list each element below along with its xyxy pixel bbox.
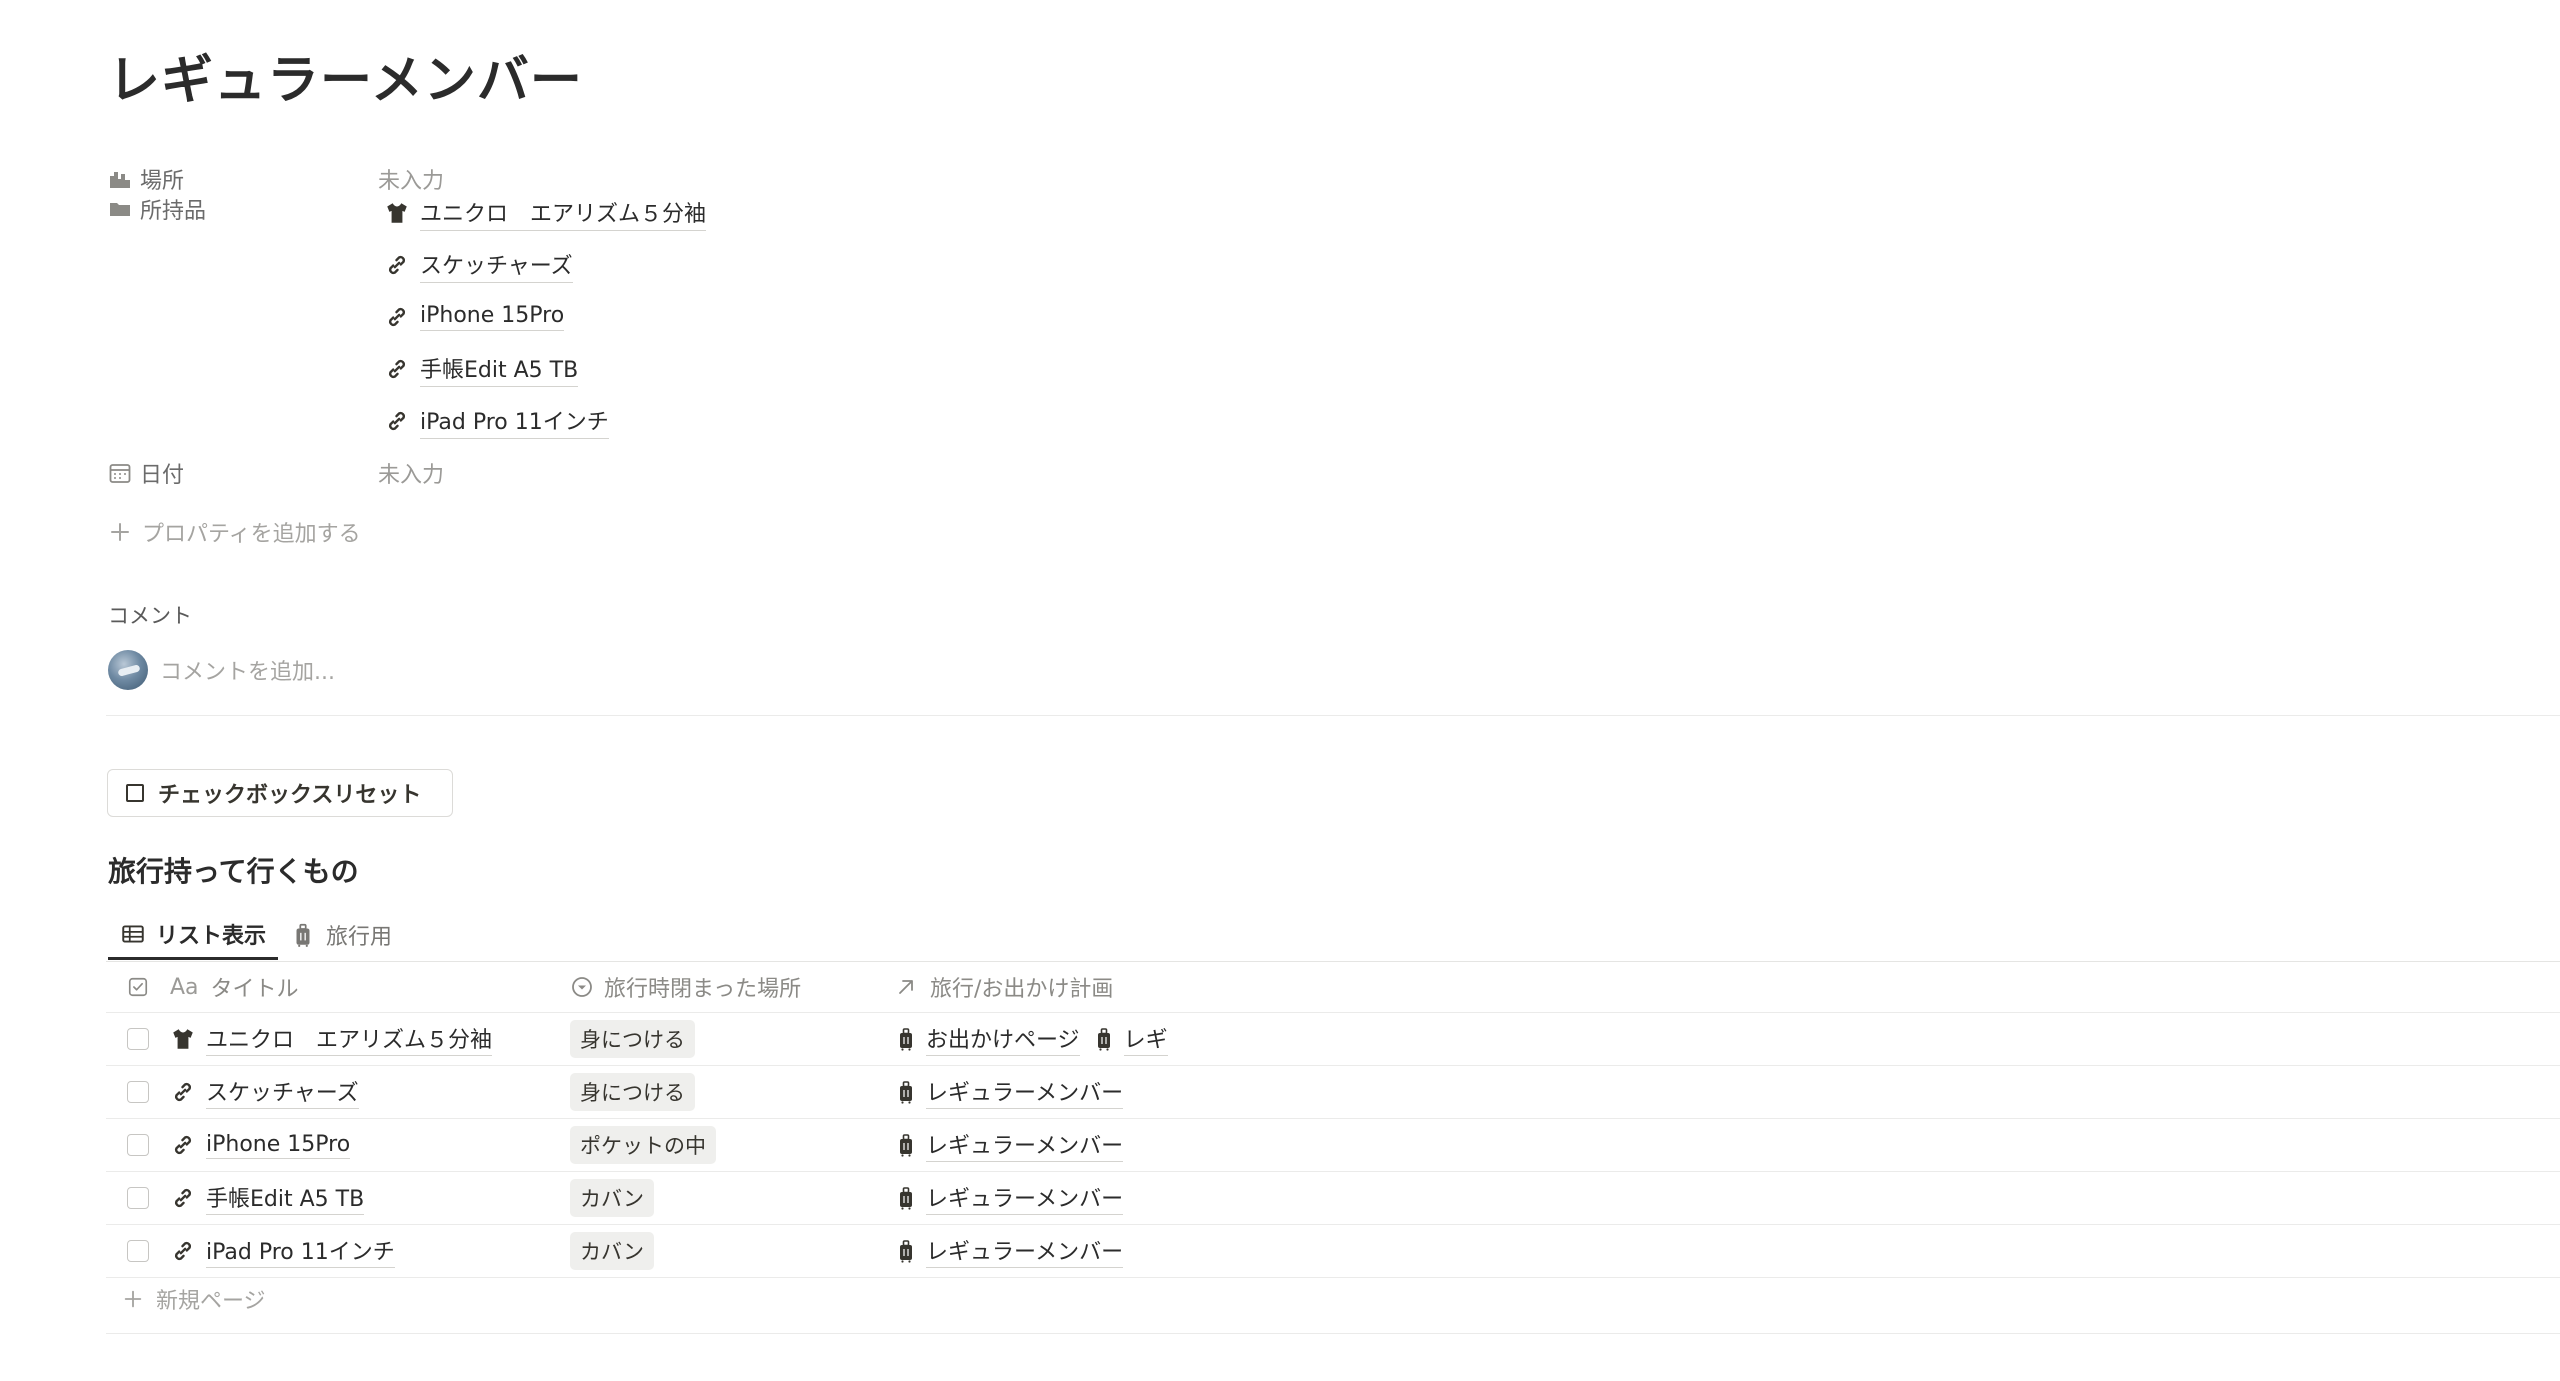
property-date-name[interactable]: 日付 bbox=[108, 457, 378, 489]
place-tag: ポケットの中 bbox=[570, 1126, 716, 1164]
new-page-button[interactable]: 新規ページ bbox=[122, 1283, 266, 1315]
plan-relation[interactable]: レギュラーメンバー bbox=[894, 1128, 1124, 1162]
row-plan-cell[interactable]: レギュラーメンバー bbox=[894, 1234, 2560, 1268]
place-tag: カバン bbox=[570, 1179, 655, 1217]
property-items-name[interactable]: 所持品 bbox=[108, 193, 378, 225]
view-tabs: リスト表示 旅行用 bbox=[108, 910, 404, 960]
link-icon bbox=[389, 359, 405, 379]
plan-relation[interactable]: レギュラーメンバー bbox=[894, 1234, 1124, 1268]
checkbox-header-icon bbox=[128, 977, 148, 997]
table-row[interactable]: iPad Pro 11インチ カバン レギュラーメンバー bbox=[106, 1225, 2560, 1278]
item-relation[interactable]: ユニクロ エアリズム５分袖 bbox=[384, 187, 707, 239]
link-icon bbox=[389, 255, 405, 275]
link-icon bbox=[389, 411, 405, 431]
checkbox-icon bbox=[126, 784, 144, 802]
row-title-cell[interactable]: ユニクロ エアリズム５分袖 bbox=[170, 1022, 570, 1056]
property-items[interactable]: 所持品 bbox=[108, 189, 378, 229]
table-header: Aa タイトル 旅行時閉まった場所 旅行/お出かけ計画 bbox=[106, 962, 2560, 1013]
row-plan-cell[interactable]: レギュラーメンバー bbox=[894, 1075, 2560, 1109]
tab-travel[interactable]: 旅行用 bbox=[278, 910, 404, 960]
plan-relation[interactable]: レギュラーメンバー bbox=[894, 1181, 1124, 1215]
row-checkbox[interactable] bbox=[127, 1240, 149, 1262]
divider bbox=[106, 715, 2560, 716]
place-tag: 身につける bbox=[570, 1020, 695, 1058]
luggage-icon bbox=[296, 923, 310, 947]
row-checkbox[interactable] bbox=[127, 1081, 149, 1103]
row-place-cell[interactable]: 身につける bbox=[570, 1073, 894, 1111]
row-title-cell[interactable]: iPhone 15Pro bbox=[170, 1132, 570, 1159]
tshirt-icon bbox=[173, 1029, 193, 1049]
row-plan-cell[interactable]: お出かけページ レギ bbox=[894, 1022, 2560, 1056]
item-relation[interactable]: スケッチャーズ bbox=[384, 239, 706, 291]
tshirt-icon bbox=[387, 203, 407, 223]
luggage-icon bbox=[1097, 1028, 1110, 1051]
plan-relation[interactable]: レギュラーメンバー bbox=[894, 1075, 1124, 1109]
table-row[interactable]: ユニクロ エアリズム５分袖 身につける お出かけページ レギ bbox=[106, 1013, 2560, 1066]
page-title[interactable]: レギュラーメンバー bbox=[108, 38, 583, 113]
comment-input-row[interactable]: コメントを追加... bbox=[108, 650, 335, 690]
row-title-cell[interactable]: 手帳Edit A5 TB bbox=[170, 1181, 570, 1215]
property-items-list: ユニクロ エアリズム５分袖 スケッチャーズ iPhone 15Pro 手帳Edi… bbox=[384, 187, 707, 447]
row-place-cell[interactable]: カバン bbox=[570, 1232, 894, 1270]
row-title-cell[interactable]: iPad Pro 11インチ bbox=[170, 1234, 570, 1268]
row-checkbox[interactable] bbox=[127, 1187, 149, 1209]
column-header-title[interactable]: Aa タイトル bbox=[170, 971, 570, 1003]
property-date-value[interactable]: 未入力 bbox=[378, 457, 444, 489]
select-type-icon bbox=[572, 977, 592, 997]
place-tag: カバン bbox=[570, 1232, 655, 1270]
plan-relation[interactable]: レギ bbox=[1092, 1022, 1168, 1056]
plan-relation[interactable]: お出かけページ bbox=[894, 1022, 1080, 1056]
luggage-icon bbox=[900, 1187, 912, 1210]
luggage-icon bbox=[900, 1134, 912, 1157]
plus-icon bbox=[124, 1290, 142, 1308]
folder-icon bbox=[110, 203, 130, 216]
divider bbox=[106, 1333, 2560, 1334]
link-icon bbox=[175, 1135, 191, 1155]
page: レギュラーメンバー 場所 未入力 所持品 ユニクロ エアリズム５分袖 スケッチャ… bbox=[0, 0, 2560, 1381]
column-header-place[interactable]: 旅行時閉まった場所 bbox=[570, 971, 894, 1003]
row-plan-cell[interactable]: レギュラーメンバー bbox=[894, 1128, 2560, 1162]
building-icon bbox=[110, 172, 130, 188]
table-row[interactable]: 手帳Edit A5 TB カバン レギュラーメンバー bbox=[106, 1172, 2560, 1225]
comments-heading: コメント bbox=[108, 604, 192, 628]
database-title[interactable]: 旅行持って行くもの bbox=[108, 850, 359, 890]
link-icon bbox=[175, 1188, 191, 1208]
tab-list-view[interactable]: リスト表示 bbox=[108, 910, 279, 960]
table-row[interactable]: iPhone 15Pro ポケットの中 レギュラーメンバー bbox=[106, 1119, 2560, 1172]
item-relation[interactable]: iPhone 15Pro bbox=[384, 291, 706, 343]
avatar bbox=[108, 650, 148, 690]
row-place-cell[interactable]: ポケットの中 bbox=[570, 1126, 894, 1164]
luggage-icon bbox=[900, 1028, 912, 1051]
table-icon bbox=[122, 924, 144, 943]
comment-input[interactable]: コメントを追加... bbox=[160, 654, 335, 686]
luggage-icon bbox=[900, 1240, 912, 1263]
row-place-cell[interactable]: カバン bbox=[570, 1179, 894, 1217]
calendar-icon bbox=[109, 464, 131, 483]
row-checkbox[interactable] bbox=[127, 1028, 149, 1050]
row-plan-cell[interactable]: レギュラーメンバー bbox=[894, 1181, 2560, 1215]
add-property-button[interactable]: プロパティを追加する bbox=[108, 516, 361, 548]
row-place-cell[interactable]: 身につける bbox=[570, 1020, 894, 1058]
text-type-icon: Aa bbox=[170, 974, 199, 1000]
relation-arrow-icon bbox=[899, 980, 913, 994]
plus-icon bbox=[111, 523, 129, 541]
item-relation[interactable]: iPad Pro 11インチ bbox=[384, 395, 706, 447]
link-icon bbox=[389, 307, 405, 327]
luggage-icon bbox=[900, 1081, 912, 1104]
row-checkbox[interactable] bbox=[127, 1134, 149, 1156]
row-title-cell[interactable]: スケッチャーズ bbox=[170, 1075, 570, 1109]
link-icon bbox=[175, 1082, 191, 1102]
property-date[interactable]: 日付 未入力 bbox=[108, 453, 444, 493]
select-all-cell[interactable] bbox=[106, 976, 170, 998]
database-table: Aa タイトル 旅行時閉まった場所 旅行/お出かけ計画 ユニクロ エアリズム５分… bbox=[106, 962, 2560, 1278]
item-relation[interactable]: 手帳Edit A5 TB bbox=[384, 343, 706, 395]
link-icon bbox=[175, 1241, 191, 1261]
place-tag: 身につける bbox=[570, 1073, 695, 1111]
checkbox-reset-button[interactable]: チェックボックスリセット bbox=[107, 769, 453, 817]
column-header-plan[interactable]: 旅行/お出かけ計画 bbox=[894, 971, 2560, 1003]
table-row[interactable]: スケッチャーズ 身につける レギュラーメンバー bbox=[106, 1066, 2560, 1119]
